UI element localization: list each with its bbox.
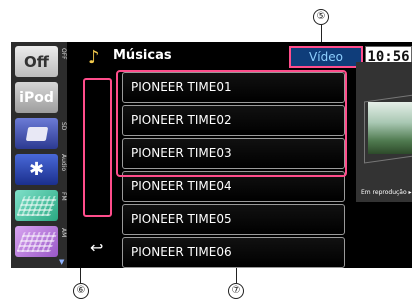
music-note-icon: ♪ [88,47,100,68]
callout-7: ⑦ [228,283,244,299]
track-list-highlight [116,70,347,177]
fm-radio-icon [15,195,58,216]
source-ipod-button[interactable]: iPod [15,82,58,113]
preview-caption: Em reprodução ▸ [361,189,412,196]
strip-label-am: AM [60,228,67,238]
callout-6: ⑥ [73,283,89,299]
index-bar-highlight[interactable] [83,78,112,217]
sd-card-icon [25,126,48,141]
source-fm-button[interactable] [15,190,58,221]
am-radio-icon [15,231,58,252]
callout-5: ⑤ [313,9,329,25]
source-sd-button[interactable] [15,118,58,149]
strip-label-audio: Audio [60,154,67,172]
bluetooth-icon: ✱ [28,159,45,180]
source-bluetooth-button[interactable]: ✱ [15,154,58,185]
video-button[interactable]: Vídeo [289,46,363,68]
source-off-button[interactable]: Off [15,46,58,77]
strip-label-fm: FM [60,192,67,201]
source-strip: Off iPod ✱ OFF SD Audio FM AM ▼ [11,42,67,268]
track-row[interactable]: PIONEER TIME05 [122,204,345,235]
preview-thumbnail [368,102,412,154]
strip-label-sd: SD [60,122,67,131]
page-title: Músicas [113,48,172,63]
track-row[interactable]: PIONEER TIME06 [122,237,345,268]
strip-scroll-icon[interactable]: ▼ [59,258,64,266]
video-preview[interactable] [356,62,412,202]
strip-label-off: OFF [60,48,67,60]
source-am-button[interactable] [15,226,58,257]
device-screen: Off iPod ✱ OFF SD Audio FM AM ▼ ♪ Música… [11,42,412,268]
back-arrow-icon[interactable]: ↩ [90,238,103,257]
